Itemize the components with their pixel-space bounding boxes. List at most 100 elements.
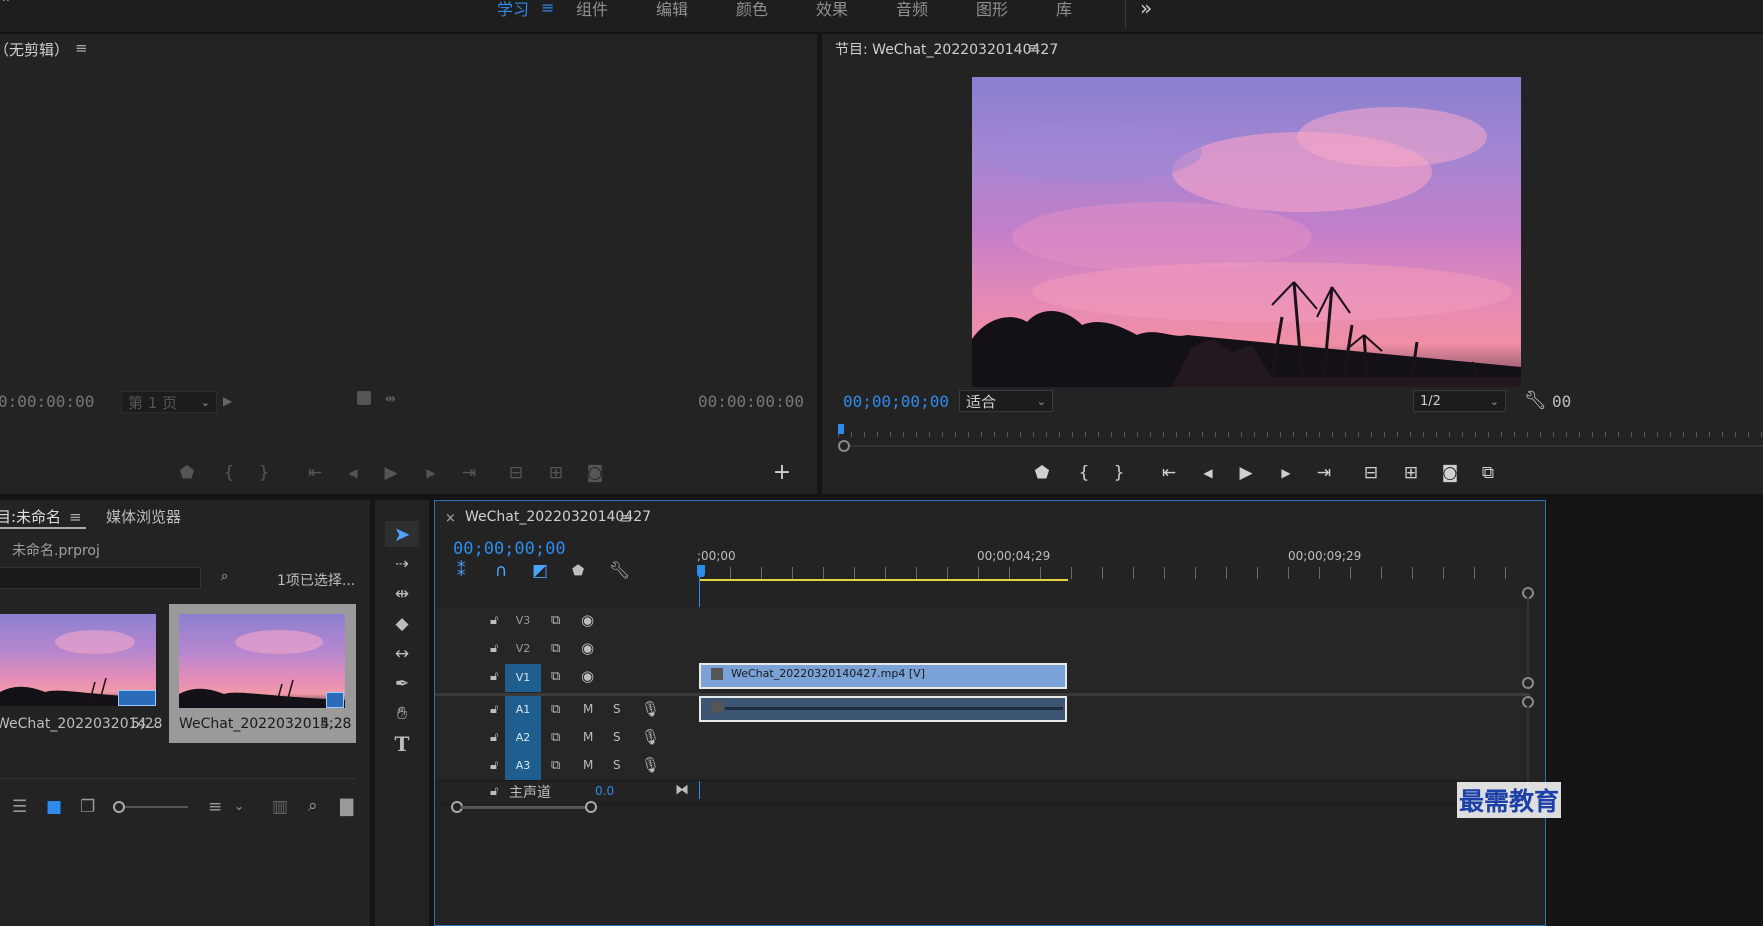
eye-icon[interactable]: ◉ xyxy=(581,639,594,657)
eye-icon[interactable]: ◉ xyxy=(581,667,594,685)
lock-icon[interactable]: 🔓︎ xyxy=(490,702,498,717)
sync-lock-icon[interactable]: ⧉ xyxy=(551,669,560,684)
add-marker-icon[interactable]: ⬟ xyxy=(572,561,584,581)
step-forward-icon[interactable]: ▶ xyxy=(1274,463,1298,483)
track-label-a3[interactable]: A3 xyxy=(505,752,541,780)
find-icon[interactable]: ⌕ xyxy=(308,796,318,816)
program-monitor-title[interactable]: 节目: WeChat_20220320140427 xyxy=(835,39,1058,59)
work-area-bar[interactable] xyxy=(699,579,1068,581)
step-back-icon[interactable]: ◀ xyxy=(341,463,365,483)
horizontal-zoom-handle-right[interactable] xyxy=(585,801,597,813)
go-to-end-icon[interactable]: ⧓ xyxy=(675,782,689,798)
list-view-icon[interactable]: ☰ xyxy=(12,797,27,817)
lock-icon[interactable]: 🔓︎ xyxy=(490,730,498,745)
track-label-a2[interactable]: A2 xyxy=(505,724,541,752)
extract-icon[interactable]: ⊞ xyxy=(1399,463,1423,483)
lock-icon[interactable]: 🔓︎ xyxy=(490,613,498,628)
go-to-out-icon[interactable]: ⇥ xyxy=(457,463,481,483)
comparison-view-icon[interactable]: ⧉ xyxy=(1476,463,1500,483)
track-label-v3[interactable]: V3 xyxy=(505,607,541,635)
pen-tool-icon[interactable]: ✒ xyxy=(385,671,419,697)
horizontal-zoom-bar[interactable] xyxy=(461,806,585,809)
marker-icon[interactable]: ⬟ xyxy=(1030,463,1054,483)
track-label-a1[interactable]: A1 xyxy=(505,696,541,724)
workspace-tab-6[interactable]: 图形 xyxy=(976,0,1008,20)
mute-button[interactable]: M xyxy=(583,758,593,772)
zoom-slider-handle[interactable] xyxy=(113,801,125,813)
lock-icon[interactable]: 🔓︎ xyxy=(490,641,498,656)
wrench-icon[interactable]: 🔧︎ xyxy=(1524,390,1547,411)
marker-icon[interactable]: ⬟ xyxy=(175,463,199,483)
master-volume-value[interactable]: 0.0 xyxy=(595,784,614,798)
program-video-frame[interactable] xyxy=(972,77,1521,387)
chevron-down-icon[interactable]: ⌄ xyxy=(234,796,244,816)
timeline-playhead-head[interactable] xyxy=(697,565,705,577)
panel-menu-icon[interactable]: ≡ xyxy=(619,509,632,527)
go-to-in-icon[interactable]: ⇤ xyxy=(1157,463,1181,483)
workspace-tab-7[interactable]: 库 xyxy=(1056,0,1072,20)
ripple-edit-tool-icon[interactable]: ⇹ xyxy=(385,581,419,607)
zoom-slider-track[interactable] xyxy=(125,806,188,808)
freeform-view-icon[interactable]: ❐ xyxy=(80,797,95,817)
export-frame-icon[interactable]: ◙ xyxy=(1438,463,1462,483)
search-folder-icon[interactable]: ⌕ xyxy=(221,569,228,584)
mute-button[interactable]: M xyxy=(583,730,593,744)
panel-menu-icon[interactable]: ≡ xyxy=(75,39,88,57)
panel-menu-icon[interactable]: ≡ xyxy=(69,508,82,526)
source-timecode-left[interactable]: 0:00:00:00 xyxy=(0,392,94,411)
step-back-icon[interactable]: ◀ xyxy=(1196,463,1220,483)
close-icon[interactable]: × xyxy=(445,511,456,526)
program-timecode[interactable]: 00;00;00;00 xyxy=(843,392,949,411)
sort-icon[interactable]: ≡ xyxy=(208,797,222,817)
track-select-tool-icon[interactable]: ⇢ xyxy=(385,551,419,577)
project-search-input[interactable] xyxy=(0,567,201,589)
program-time-ruler[interactable] xyxy=(838,426,1763,438)
vertical-scroll-handle-mid[interactable] xyxy=(1522,677,1534,689)
mark-out-icon[interactable]: } xyxy=(1107,463,1131,483)
workspace-tab-3[interactable]: 颜色 xyxy=(736,0,768,20)
overwrite-icon[interactable]: ⊞ xyxy=(544,463,568,483)
play-icon[interactable]: ▶ xyxy=(1234,463,1258,483)
lock-icon[interactable]: 🔓︎ xyxy=(490,669,498,684)
zoom-scroll-handle[interactable] xyxy=(838,440,850,452)
track-label-v2[interactable]: V2 xyxy=(505,635,541,663)
sync-lock-icon[interactable]: ⧉ xyxy=(551,613,560,628)
source-scale-icon[interactable]: ⇹ xyxy=(385,392,396,407)
go-to-out-icon[interactable]: ⇥ xyxy=(1312,463,1336,483)
lock-icon[interactable]: 🔓︎ xyxy=(490,784,498,799)
panel-menu-arrow-icon[interactable]: ⌃ xyxy=(0,0,12,12)
workspace-tab-5[interactable]: 音频 xyxy=(896,0,928,20)
microphone-icon[interactable]: 🎙︎ xyxy=(641,700,660,718)
linked-selection-icon[interactable]: ◩ xyxy=(532,561,548,581)
play-icon[interactable]: ▶ xyxy=(379,463,403,483)
video-clip[interactable]: WeChat_20220320140427.mp4 [V] xyxy=(699,663,1067,689)
icon-view-icon[interactable]: ■ xyxy=(46,797,62,817)
selection-tool-icon[interactable]: ➤ xyxy=(385,521,419,547)
project-tab-0[interactable]: 目:未命名 xyxy=(0,506,61,527)
source-monitor-title[interactable]: （无剪辑） xyxy=(0,39,69,60)
workspace-tab-2[interactable]: 编辑 xyxy=(656,0,688,20)
resolution-select[interactable]: 1/2 ⌄ xyxy=(1413,390,1506,412)
source-settings-icon[interactable] xyxy=(357,391,371,405)
mark-in-icon[interactable]: { xyxy=(217,463,241,483)
slip-tool-icon[interactable]: ↔ xyxy=(385,641,419,667)
insert-icon[interactable]: ⊟ xyxy=(504,463,528,483)
mark-out-icon[interactable]: } xyxy=(252,463,276,483)
workspace-tab-4[interactable]: 效果 xyxy=(816,0,848,20)
solo-button[interactable]: S xyxy=(613,758,621,772)
audio-clip[interactable] xyxy=(699,696,1067,722)
project-item-selected[interactable]: WeChat_2022032014... 5;28 xyxy=(169,604,356,743)
vertical-scroll-track[interactable] xyxy=(1527,597,1529,675)
timeline-timecode[interactable]: 00;00;00;00 xyxy=(453,539,566,559)
timeline-ruler[interactable] xyxy=(699,567,1529,579)
microphone-icon[interactable]: 🎙︎ xyxy=(641,728,660,746)
program-playhead[interactable] xyxy=(838,424,844,434)
track-label-v1[interactable]: V1 xyxy=(505,664,541,692)
hand-tool-icon[interactable]: ✋︎ xyxy=(385,701,419,727)
lock-icon[interactable]: 🔓︎ xyxy=(490,758,498,773)
new-bin-icon[interactable]: ▇ xyxy=(340,797,353,817)
step-forward-icon[interactable]: ▶ xyxy=(419,463,443,483)
automate-to-sequence-icon[interactable]: ▥ xyxy=(272,797,288,817)
sync-lock-icon[interactable]: ⧉ xyxy=(551,641,560,656)
add-button-icon[interactable]: + xyxy=(770,462,794,484)
